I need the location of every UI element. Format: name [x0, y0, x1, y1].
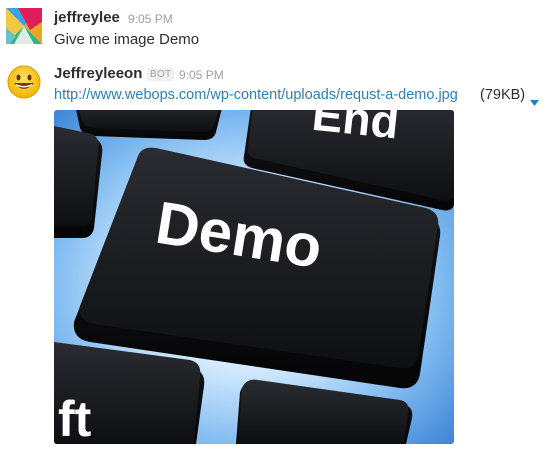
author-name[interactable]: jeffreylee: [54, 9, 120, 26]
side-key-label: ft: [58, 391, 92, 444]
timestamp[interactable]: 9:05 PM: [128, 12, 173, 26]
bot-avatar[interactable]: [6, 64, 42, 100]
user-avatar[interactable]: [6, 8, 42, 44]
keyboard-key-top-left: [76, 110, 222, 140]
colorful-logo-icon: [6, 8, 42, 44]
bot-badge: BOT: [147, 68, 175, 81]
file-size: (79KB): [480, 87, 526, 103]
demo-key-image: End Demo ft: [54, 110, 454, 444]
chevron-down-icon[interactable]: [530, 93, 539, 111]
message-jeffreylee: jeffreylee 9:05 PM Give me image Demo: [0, 0, 554, 60]
author-name[interactable]: Jeffreyleeon: [54, 65, 142, 82]
image-link[interactable]: http://www.webops.com/wp-content/uploads…: [54, 87, 458, 103]
timestamp[interactable]: 9:05 PM: [179, 68, 224, 82]
smiley-emoji-icon: [7, 65, 41, 99]
image-preview[interactable]: End Demo ft: [54, 110, 454, 444]
message-text: Give me image Demo: [54, 31, 200, 48]
